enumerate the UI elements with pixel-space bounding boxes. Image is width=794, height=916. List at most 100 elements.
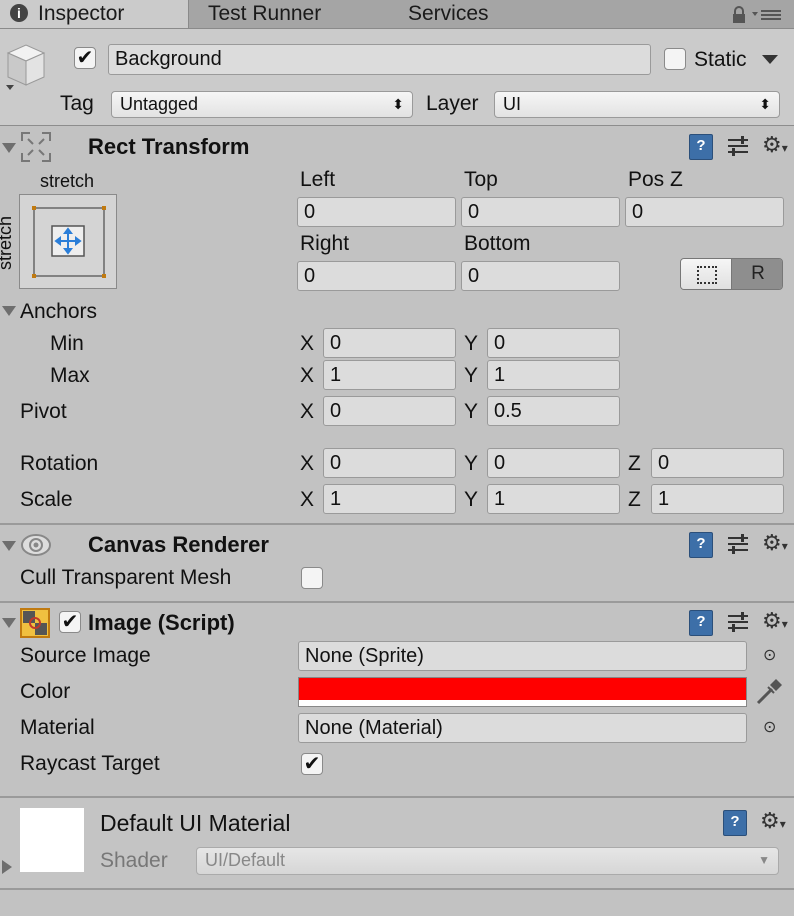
x-label: X [300,332,315,355]
pivot-label: Pivot [20,400,67,423]
rotation-x-input[interactable]: 0 [323,448,456,478]
scale-x-input[interactable]: 1 [323,484,456,514]
posz-label: Pos Z [628,168,683,191]
gear-icon[interactable]: ⚙▾ [760,810,786,835]
pivot-y-input[interactable]: 0.5 [487,396,620,426]
shader-value: UI/Default [205,850,286,870]
scale-z-input[interactable]: 1 [651,484,784,514]
layer-value: UI [503,94,521,114]
tag-dropdown[interactable]: Untagged ⬍ [111,91,413,118]
cull-transparent-mesh-checkbox[interactable] [301,567,323,589]
updown-icon: ⬍ [759,96,771,112]
source-image-label: Source Image [20,644,151,667]
x-label: X [300,488,315,511]
y-label: Y [464,400,479,423]
menu-icon[interactable] [752,8,782,22]
tab-inspector[interactable]: i Inspector [0,0,189,28]
component-separator [0,601,794,603]
anchor-preset-side-label: stretch [0,215,16,271]
canvas-renderer-title: Canvas Renderer [88,532,269,557]
min-label: Min [50,332,84,355]
source-image-field[interactable]: None (Sprite) [298,641,747,671]
object-picker-icon[interactable]: ⊙ [763,717,776,737]
material-field[interactable]: None (Material) [298,713,747,743]
image-enabled-checkbox[interactable]: ✔ [59,611,81,633]
object-picker-icon[interactable]: ⊙ [763,645,776,665]
gear-icon[interactable]: ⚙▾ [762,610,788,635]
left-label: Left [300,168,336,191]
anchor-max-x-input[interactable]: 1 [323,360,456,390]
canvas-renderer-fold-icon[interactable] [2,541,16,551]
shader-dropdown[interactable]: UI/Default ▼ [196,847,779,875]
rect-transform-title: Rect Transform [88,134,250,159]
rotation-z-input[interactable]: 0 [651,448,784,478]
right-label: Right [300,232,350,255]
material-fold-icon[interactable] [2,860,12,874]
gear-icon[interactable]: ⚙▾ [762,532,788,557]
rotation-y-input[interactable]: 0 [487,448,620,478]
blueprint-mode-button[interactable] [681,259,731,289]
layer-dropdown[interactable]: UI ⬍ [494,91,780,118]
shader-label: Shader [100,849,168,872]
presets-icon[interactable] [727,135,749,157]
dropdown-arrow-icon: ▼ [758,853,770,867]
anchor-min-x-input[interactable]: 0 [323,328,456,358]
right-input[interactable]: 0 [297,261,456,291]
static-dropdown-icon[interactable] [762,55,778,64]
help-book-icon[interactable]: ? [723,810,747,836]
gameobject-header: ✔ Background Static Tag Untagged ⬍ Layer … [0,29,794,126]
presets-icon[interactable] [727,533,749,555]
gear-icon[interactable]: ⚙▾ [762,134,788,159]
z-label: Z [628,488,641,511]
cull-transparent-mesh-label: Cull Transparent Mesh [20,566,232,589]
raycast-target-label: Raycast Target [20,752,160,775]
anchor-max-y-input[interactable]: 1 [487,360,620,390]
x-label: X [300,364,315,387]
color-swatch[interactable] [298,677,747,707]
pivot-x-input[interactable]: 0 [323,396,456,426]
bottom-label: Bottom [464,232,531,255]
static-checkbox[interactable] [664,48,686,70]
rect-transform-icon [21,132,51,162]
help-book-icon[interactable]: ? [689,610,713,636]
anchors-label: Anchors [20,300,98,323]
info-icon: i [10,4,28,22]
material-thumbnail [20,808,84,872]
gameobject-cube-icon [6,44,46,90]
raw-mode-button[interactable]: R [731,259,782,289]
rect-transform-fold-icon[interactable] [2,143,16,153]
x-label: X [300,452,315,475]
footer-area [0,890,794,916]
max-label: Max [50,364,90,387]
anchor-preset-top-label: stretch [40,171,95,191]
posz-input[interactable]: 0 [625,197,784,227]
x-label: X [300,400,315,423]
image-component-icon [20,608,50,638]
object-name-input[interactable]: Background [108,44,651,75]
y-label: Y [464,488,479,511]
anchor-presets-button[interactable] [19,194,117,289]
active-checkbox[interactable]: ✔ [74,47,96,69]
help-book-icon[interactable]: ? [689,134,713,160]
bottom-input[interactable]: 0 [461,261,620,291]
raycast-target-checkbox[interactable]: ✔ [301,753,323,775]
help-book-icon[interactable]: ? [689,532,713,558]
image-fold-icon[interactable] [2,618,16,628]
presets-icon[interactable] [727,611,749,633]
y-label: Y [464,332,479,355]
scale-label: Scale [20,488,73,511]
anchor-min-y-input[interactable]: 0 [487,328,620,358]
scale-y-input[interactable]: 1 [487,484,620,514]
z-label: Z [628,452,641,475]
component-separator [0,523,794,525]
y-label: Y [464,364,479,387]
tab-services[interactable]: Services [408,0,489,28]
top-input[interactable]: 0 [461,197,620,227]
lock-icon[interactable] [731,6,747,24]
layer-label: Layer [426,92,479,115]
eyedropper-icon[interactable] [754,677,784,707]
left-input[interactable]: 0 [297,197,456,227]
tab-test-runner[interactable]: Test Runner [208,0,321,28]
y-label: Y [464,452,479,475]
anchors-fold-icon[interactable] [2,306,16,316]
